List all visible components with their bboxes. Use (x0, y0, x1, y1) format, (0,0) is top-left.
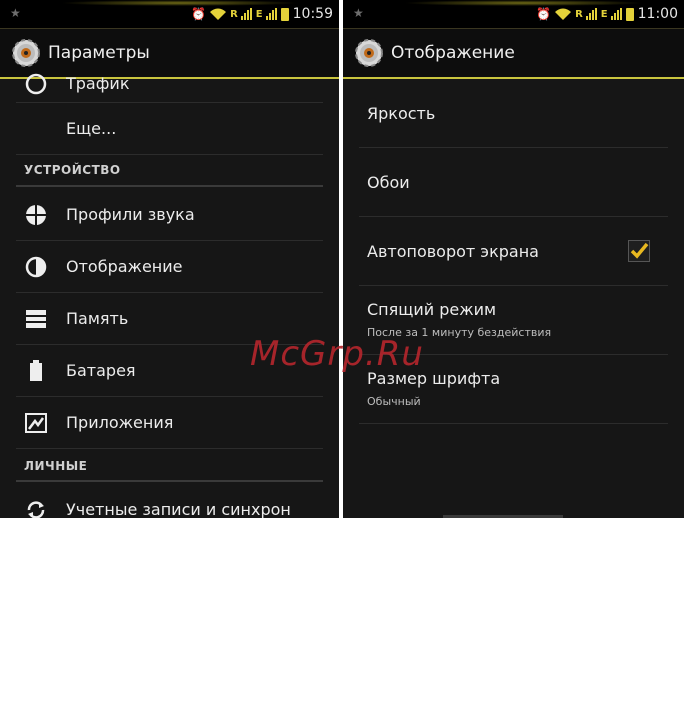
list-item-apps[interactable]: Приложения (16, 397, 323, 449)
action-bar: Отображение (343, 29, 684, 79)
status-bar: ★ ⏰ R E 10:59 (0, 0, 339, 29)
nav-hint (443, 515, 563, 518)
signal-2-icon (265, 8, 277, 20)
left-screen: ★ ⏰ R E 10:59 Параметры Трафик Еще... УС… (0, 0, 339, 518)
battery-icon (280, 7, 289, 21)
signal-2-icon (610, 8, 622, 20)
sync-icon (24, 498, 48, 518)
settings-list: Трафик Еще... УСТРОЙСТВО Профили звука О… (0, 73, 339, 518)
status-bar: ★ ⏰ R E 11:00 (343, 0, 684, 29)
section-header-device: УСТРОЙСТВО (24, 163, 121, 177)
memory-icon (24, 307, 48, 331)
status-icons: ⏰ R E 11:00 (536, 5, 678, 23)
signal-icon (585, 8, 597, 20)
watermark: McGrp.Ru (250, 334, 424, 374)
list-item-wallpaper[interactable]: Обои (359, 148, 668, 217)
alarm-icon: ⏰ (536, 7, 552, 21)
display-icon (24, 255, 48, 279)
battery-icon (625, 7, 634, 21)
sim-r-icon: R (575, 8, 583, 20)
right-screen: ★ ⏰ R E 11:00 Отображение Яркость Обои А… (343, 0, 684, 518)
display-settings-list: Яркость Обои Автоповорот экрана Спящий р… (343, 79, 684, 518)
list-item-autorotate[interactable]: Автоповорот экрана (359, 217, 668, 286)
list-item-sound-profiles[interactable]: Профили звука (16, 189, 323, 241)
status-icons: ⏰ R E 10:59 (191, 5, 333, 23)
autorotate-checkbox[interactable] (628, 240, 650, 262)
notification-star-icon: ★ (10, 6, 21, 20)
signal-icon (240, 8, 252, 20)
clock: 10:59 (292, 6, 333, 22)
settings-gear-icon[interactable] (353, 37, 385, 69)
wifi-icon (210, 8, 227, 20)
battery-icon (24, 359, 48, 383)
wifi-icon (555, 8, 572, 20)
apps-icon (24, 411, 48, 435)
page-title: Параметры (48, 43, 150, 63)
sim-e-icon: E (255, 8, 263, 20)
sim-e-icon: E (600, 8, 608, 20)
clock: 11:00 (637, 6, 678, 22)
divider (16, 185, 323, 187)
divider (16, 480, 323, 482)
list-item-traffic[interactable]: Трафик (16, 65, 323, 103)
sim-r-icon: R (230, 8, 238, 20)
list-item-display[interactable]: Отображение (16, 241, 323, 293)
list-item-accounts-sync[interactable]: Учетные записи и синхрон (16, 484, 323, 518)
alarm-icon: ⏰ (191, 7, 207, 21)
list-item-brightness[interactable]: Яркость (359, 79, 668, 148)
list-item-more[interactable]: Еще... (16, 102, 323, 155)
page-title: Отображение (391, 43, 515, 63)
checkmark-icon (630, 242, 649, 259)
section-header-personal: ЛИЧНЫЕ (24, 459, 88, 473)
sound-profiles-icon (24, 203, 48, 227)
traffic-icon (24, 72, 48, 96)
notification-star-icon: ★ (353, 6, 364, 20)
